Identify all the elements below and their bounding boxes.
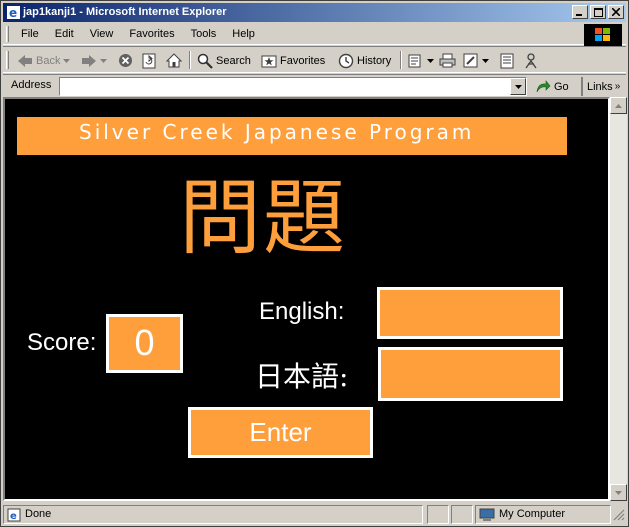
status-pane-empty — [451, 505, 473, 524]
menu-help[interactable]: Help — [224, 23, 263, 45]
page-title: 問題 — [179, 171, 348, 266]
print-icon — [439, 53, 456, 68]
minimize-icon — [576, 14, 582, 16]
maximize-button[interactable] — [590, 5, 606, 19]
status-pane-empty — [427, 505, 449, 524]
chevron-down-icon — [514, 84, 522, 89]
back-label: Back — [36, 54, 61, 67]
favorites-icon — [261, 55, 277, 68]
japanese-label: 日本語: — [255, 360, 349, 393]
toolbar-grip — [6, 51, 9, 69]
edit-page-button[interactable] — [463, 50, 489, 71]
menu-view[interactable]: View — [82, 23, 122, 45]
search-icon — [197, 53, 213, 69]
forward-button[interactable] — [81, 50, 107, 71]
menu-file[interactable]: File — [13, 23, 47, 45]
windows-logo-icon — [584, 24, 622, 46]
print-button[interactable] — [439, 50, 456, 71]
chevron-down-icon — [482, 58, 489, 63]
chevron-down-icon — [427, 58, 434, 63]
back-arrow-icon — [18, 54, 32, 67]
maximize-icon — [593, 7, 603, 17]
status-pane-main: e Done — [3, 505, 423, 524]
chevron-double-right-icon: » — [614, 81, 621, 92]
menu-grip — [6, 26, 9, 42]
english-input[interactable] — [377, 287, 563, 339]
go-label: Go — [554, 81, 569, 93]
menu-edit[interactable]: Edit — [47, 23, 82, 45]
refresh-icon — [142, 53, 156, 68]
chevron-down-icon — [615, 490, 622, 495]
favorites-button[interactable]: Favorites — [261, 50, 325, 71]
page-done-icon: e — [7, 508, 21, 522]
address-dropdown-button[interactable] — [510, 78, 526, 95]
links-label: Links — [587, 80, 613, 93]
scroll-up-button[interactable] — [610, 97, 627, 114]
computer-icon — [479, 508, 495, 521]
history-icon — [338, 53, 354, 68]
standard-toolbar: Back Search Favorites History — [3, 46, 626, 73]
messenger-button[interactable] — [524, 50, 538, 71]
stop-button[interactable] — [118, 50, 133, 71]
messenger-icon — [525, 52, 537, 68]
refresh-button[interactable] — [142, 50, 156, 71]
chevron-up-icon — [615, 103, 622, 108]
toolbar-separator — [189, 51, 191, 69]
score-value: 0 — [134, 322, 155, 363]
address-input[interactable] — [59, 77, 527, 96]
status-text: Done — [25, 508, 52, 520]
close-button[interactable] — [608, 5, 624, 19]
address-label: Address — [11, 79, 52, 91]
search-button[interactable]: Search — [197, 50, 251, 71]
vertical-scrollbar[interactable] — [610, 97, 627, 501]
japanese-input[interactable] — [378, 347, 563, 401]
back-button[interactable]: Back — [17, 50, 71, 71]
history-label: History — [357, 54, 392, 67]
title-bar: e jap1kanji1 - Microsoft Internet Explor… — [3, 3, 626, 22]
home-button[interactable] — [166, 50, 182, 71]
browser-window: e jap1kanji1 - Microsoft Internet Explor… — [0, 0, 629, 527]
window-title: jap1kanji1 - Microsoft Internet Explorer — [23, 6, 227, 18]
home-icon — [166, 53, 182, 68]
resize-grip-icon[interactable] — [613, 509, 625, 521]
minimize-button[interactable] — [572, 5, 588, 19]
favorites-label: Favorites — [280, 54, 326, 67]
stop-icon — [119, 54, 132, 67]
scroll-down-button[interactable] — [610, 484, 627, 501]
status-bar: e Done My Computer — [3, 503, 626, 525]
mail-icon — [408, 54, 421, 68]
ie-icon: e — [7, 6, 20, 20]
score-box: 0 — [106, 314, 183, 373]
enter-button[interactable]: Enter — [188, 407, 373, 458]
address-bar: Address Go Links » — [3, 74, 626, 96]
search-label: Search — [216, 54, 251, 67]
edit-icon — [463, 53, 478, 68]
page-content: Silver Creek Japanese Program 問題 Score: … — [3, 97, 610, 501]
svg-text:e: e — [9, 6, 17, 20]
zone-text: My Computer — [499, 508, 566, 520]
chevron-down-icon — [100, 58, 107, 63]
program-banner: Silver Creek Japanese Program — [17, 117, 567, 155]
history-button[interactable]: History — [338, 50, 391, 71]
discuss-button[interactable] — [500, 50, 515, 71]
english-label: English: — [259, 298, 345, 325]
chevron-down-icon — [63, 58, 71, 63]
status-pane-zone: My Computer — [475, 505, 611, 524]
score-label: Score: — [27, 329, 97, 356]
menu-tools[interactable]: Tools — [183, 23, 225, 45]
links-button[interactable]: Links » — [581, 77, 620, 96]
menu-favorites[interactable]: Favorites — [121, 23, 182, 45]
go-arrow-icon — [536, 80, 551, 93]
discuss-icon — [500, 53, 514, 68]
svg-text:e: e — [10, 511, 17, 522]
menu-bar: File Edit View Favorites Tools Help — [3, 23, 626, 46]
close-icon — [612, 8, 620, 16]
mail-button[interactable] — [408, 50, 434, 71]
forward-arrow-icon — [82, 54, 96, 67]
go-button[interactable]: Go — [536, 78, 569, 96]
toolbar-separator — [400, 51, 402, 69]
